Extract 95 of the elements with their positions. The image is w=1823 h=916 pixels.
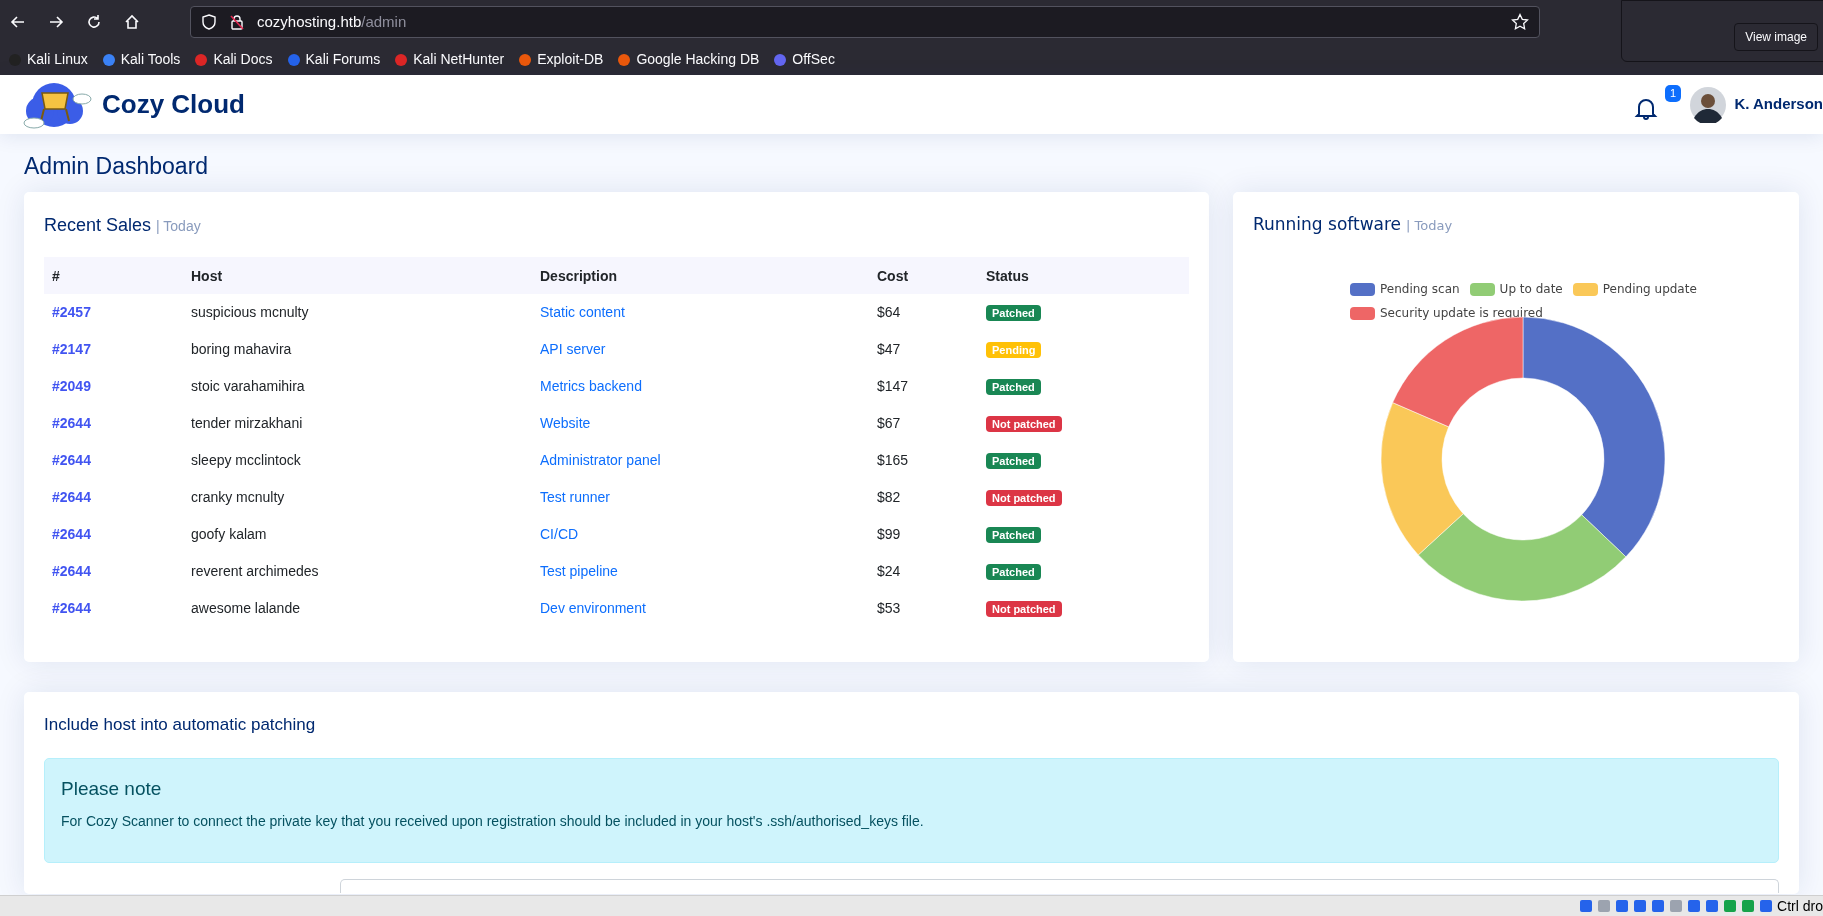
- description-link[interactable]: Test pipeline: [540, 563, 618, 579]
- card-subtitle: | Today: [1406, 217, 1453, 235]
- table-cell: $82: [877, 489, 901, 505]
- tray-icon[interactable]: [1723, 899, 1738, 913]
- tray-icon[interactable]: [1687, 899, 1702, 913]
- column-header: Status: [986, 267, 1029, 284]
- id-link[interactable]: #2147: [52, 341, 91, 357]
- column-header: #: [52, 267, 60, 284]
- column-header: Host: [191, 267, 223, 284]
- view-image-button[interactable]: View image: [1734, 23, 1818, 51]
- bookmark-item[interactable]: Exploit-DB: [518, 49, 604, 70]
- bookmark-item[interactable]: Kali Linux: [8, 49, 88, 70]
- table-cell: $47: [877, 341, 901, 357]
- table-cell: boring mahavira: [191, 341, 292, 357]
- bookmark-item[interactable]: Kali Forums: [286, 49, 381, 70]
- input-field[interactable]: [340, 878, 1779, 893]
- legend-label[interactable]: Pending scan: [1380, 280, 1460, 298]
- tray-icon[interactable]: [1633, 899, 1648, 913]
- id-link[interactable]: #2644: [52, 563, 91, 579]
- url-text: cozyhosting.htb/admin: [257, 11, 407, 32]
- tray-icon[interactable]: [1741, 899, 1756, 913]
- column-header: Description: [540, 267, 617, 284]
- page-title: Admin Dashboard: [24, 152, 210, 180]
- avatar-icon[interactable]: [1690, 86, 1727, 123]
- status-badge: Not patched: [986, 490, 1062, 506]
- card-title: Include host into automatic patching: [44, 714, 317, 736]
- legend-label[interactable]: Up to date: [1499, 280, 1563, 298]
- status-badge: Patched: [986, 379, 1041, 395]
- table-cell: $53: [877, 600, 901, 616]
- id-link[interactable]: #2644: [52, 489, 91, 505]
- star-icon[interactable]: [1511, 13, 1529, 31]
- alert-title: Please note: [61, 776, 163, 801]
- status-badge: Patched: [986, 564, 1041, 580]
- notification-badge: 1: [1665, 85, 1682, 102]
- table-cell: $147: [877, 378, 909, 394]
- table-cell: stoic varahamihira: [191, 378, 305, 394]
- id-link[interactable]: #2644: [52, 526, 91, 542]
- bookmark-item[interactable]: Google Hacking DB: [617, 49, 760, 70]
- status-badge: Pending: [986, 342, 1042, 358]
- table-cell: tender mirzakhani: [191, 415, 303, 431]
- home-icon[interactable]: [124, 14, 140, 30]
- description-link[interactable]: Dev environment: [540, 600, 646, 616]
- status-badge: Patched: [986, 305, 1041, 321]
- tray-icon[interactable]: [1759, 899, 1774, 913]
- description-link[interactable]: Metrics backend: [540, 378, 642, 394]
- table-cell: $165: [877, 452, 909, 468]
- description-link[interactable]: Website: [540, 415, 591, 431]
- id-link[interactable]: #2457: [52, 304, 91, 320]
- table-cell: reverent archimedes: [191, 563, 319, 579]
- alert-text: For Cozy Scanner to connect the private key that you received upon registration should be included in your host's .ssh/authorised_keys file.: [61, 812, 925, 831]
- description-link[interactable]: API server: [540, 341, 606, 357]
- user-name[interactable]: K. Anderson: [1734, 93, 1823, 116]
- id-link[interactable]: #2049: [52, 378, 91, 394]
- table-cell: $99: [877, 526, 901, 542]
- status-badge: Patched: [986, 453, 1041, 469]
- id-link[interactable]: #2644: [52, 600, 91, 616]
- description-link[interactable]: Administrator panel: [540, 452, 661, 468]
- id-link[interactable]: #2644: [52, 452, 91, 468]
- table-cell: suspicious mcnulty: [191, 304, 309, 320]
- card-subtitle: | Today: [156, 217, 201, 236]
- reload-icon[interactable]: [86, 14, 102, 30]
- table-cell: $24: [877, 563, 901, 579]
- bookmark-item[interactable]: OffSec: [773, 49, 835, 70]
- address-bar[interactable]: cozyhosting.htb/admin: [190, 6, 1540, 38]
- bookmark-item[interactable]: Kali Tools: [101, 49, 181, 70]
- host-key-text: Ctrl dro: [1777, 896, 1823, 916]
- status-badge: Not patched: [986, 601, 1062, 617]
- shield-icon[interactable]: [201, 14, 217, 30]
- column-header: Cost: [877, 267, 909, 284]
- status-badge: Patched: [986, 527, 1041, 543]
- table-cell: sleepy mcclintock: [191, 452, 301, 468]
- legend-label[interactable]: Pending update: [1602, 280, 1697, 298]
- table-cell: cranky mcnulty: [191, 489, 285, 505]
- legend-label[interactable]: Security update is required: [1380, 304, 1543, 322]
- description-link[interactable]: Static content: [540, 304, 625, 320]
- back-icon[interactable]: [10, 14, 26, 30]
- tray-icon[interactable]: [1615, 899, 1630, 913]
- bookmark-item[interactable]: Kali Docs: [194, 49, 273, 70]
- id-link[interactable]: #2644: [52, 415, 91, 431]
- forward-icon[interactable]: [48, 14, 64, 30]
- status-badge: Not patched: [986, 416, 1062, 432]
- description-link[interactable]: CI/CD: [540, 526, 579, 542]
- description-link[interactable]: Test runner: [540, 489, 611, 505]
- card-title: Recent Sales: [44, 214, 152, 237]
- table-cell: $67: [877, 415, 901, 431]
- card-title: Running software: [1253, 213, 1402, 236]
- table-cell: awesome lalande: [191, 600, 300, 616]
- tray-icon[interactable]: [1651, 899, 1666, 913]
- tray-icon[interactable]: [1579, 899, 1594, 913]
- table-cell: goofy kalam: [191, 526, 267, 542]
- bookmark-item[interactable]: Kali NetHunter: [394, 49, 505, 70]
- table-cell: $64: [877, 304, 901, 320]
- insecure-lock-icon[interactable]: [229, 14, 245, 30]
- tray-icon[interactable]: [1705, 899, 1720, 913]
- brand-name[interactable]: Cozy Cloud: [102, 85, 245, 124]
